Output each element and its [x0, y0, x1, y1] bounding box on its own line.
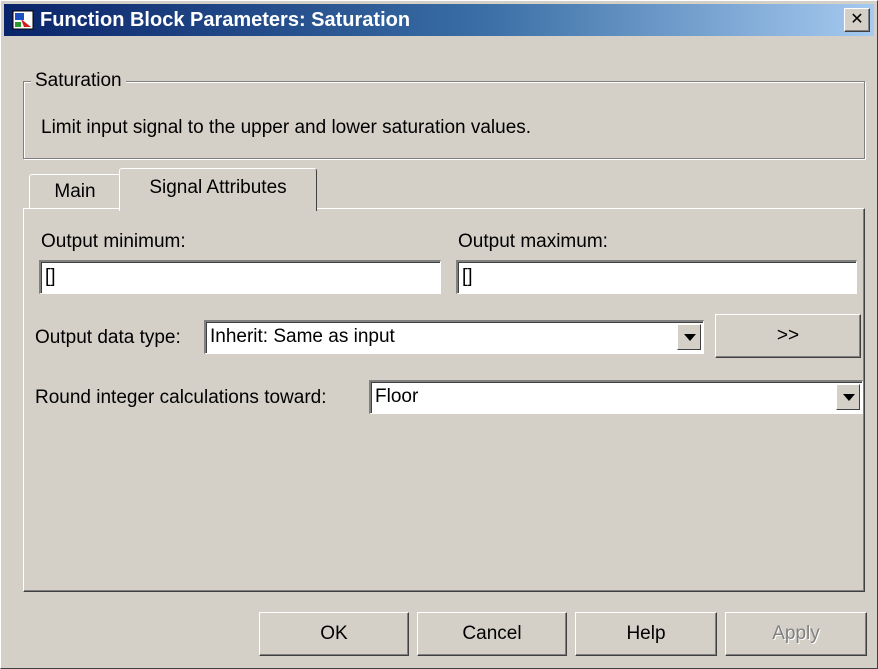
chevron-down-icon[interactable] — [836, 384, 860, 410]
data-type-select[interactable]: Inherit: Same as input — [204, 320, 704, 354]
chevron-down-icon[interactable] — [677, 324, 701, 350]
ok-button[interactable]: OK — [259, 612, 409, 656]
data-type-assistant-button[interactable]: >> — [715, 314, 861, 358]
tab-signal-attributes[interactable]: Signal Attributes — [119, 168, 317, 211]
output-max-input[interactable]: [] — [456, 260, 857, 294]
output-max-label: Output maximum: — [458, 231, 608, 252]
data-type-assistant-label: >> — [776, 325, 800, 346]
output-min-label: Output minimum: — [41, 231, 186, 252]
data-type-value: Inherit: Same as input — [210, 326, 395, 347]
close-button[interactable]: ✕ — [844, 8, 870, 32]
tab-signal-attributes-label: Signal Attributes — [149, 177, 287, 198]
apply-button[interactable]: Apply — [725, 612, 867, 656]
cancel-button-label: Cancel — [462, 623, 522, 644]
cancel-button[interactable]: Cancel — [417, 612, 567, 656]
output-min-value: [] — [45, 266, 56, 287]
data-type-label: Output data type: — [35, 327, 181, 348]
block-description: Limit input signal to the upper and lowe… — [41, 117, 532, 138]
round-select[interactable]: Floor — [369, 380, 863, 414]
title-bar[interactable]: Function Block Parameters: Saturation ✕ — [4, 4, 874, 36]
round-label: Round integer calculations toward: — [35, 387, 327, 408]
output-min-input[interactable]: [] — [39, 260, 441, 294]
close-icon: ✕ — [850, 11, 864, 28]
round-value: Floor — [375, 386, 419, 407]
groupbox-title: Saturation — [31, 70, 126, 92]
simulink-block-icon — [12, 10, 34, 30]
tab-main[interactable]: Main — [29, 174, 121, 209]
window-title: Function Block Parameters: Saturation — [40, 9, 411, 31]
help-button[interactable]: Help — [575, 612, 717, 656]
ok-button-label: OK — [320, 623, 348, 644]
tab-main-label: Main — [54, 181, 96, 202]
apply-button-label: Apply — [772, 623, 820, 644]
output-max-value: [] — [462, 266, 473, 287]
help-button-label: Help — [626, 623, 666, 644]
dialog-window: Function Block Parameters: Saturation ✕ … — [0, 0, 878, 669]
